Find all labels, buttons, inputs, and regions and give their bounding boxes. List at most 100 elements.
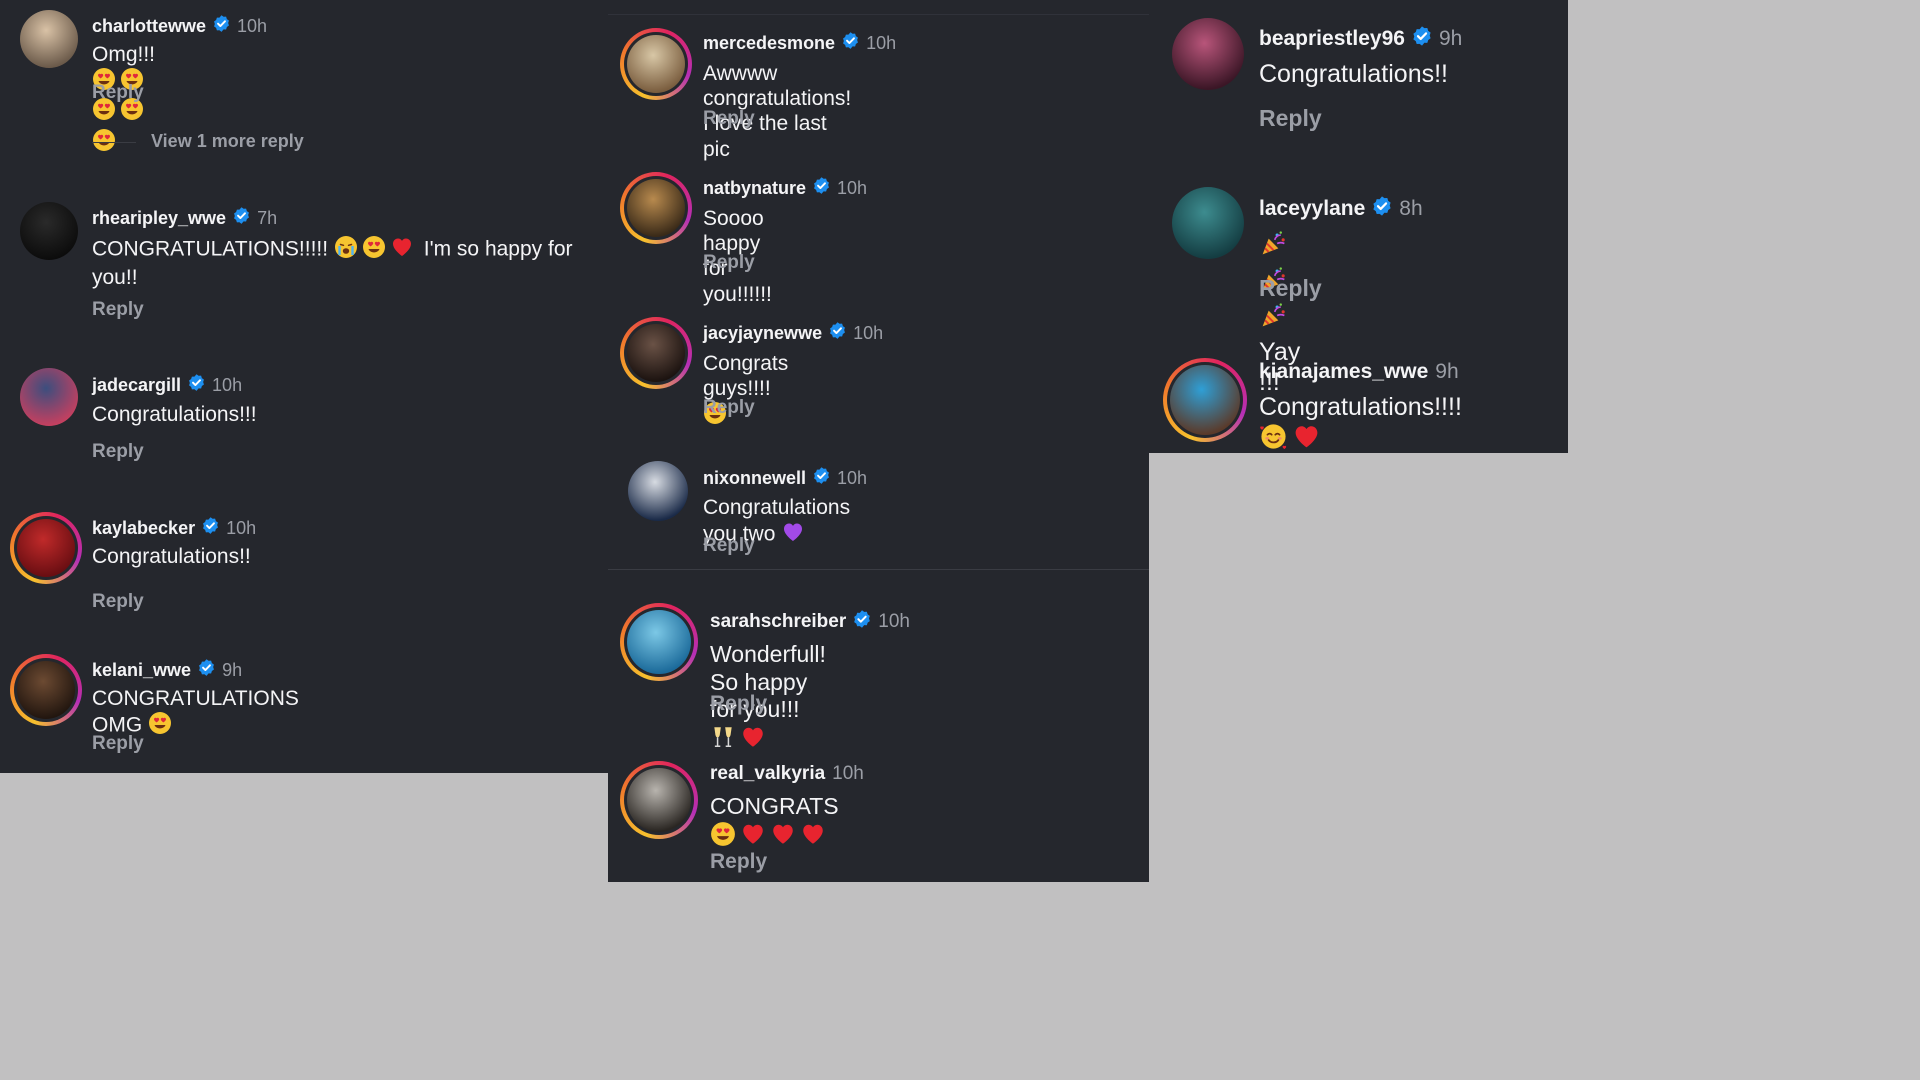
avatar-photo bbox=[1172, 187, 1244, 259]
party-popper-icon bbox=[1259, 301, 1288, 337]
verified-badge-icon bbox=[828, 321, 847, 345]
red-heart-icon bbox=[800, 821, 826, 854]
timestamp: 10h bbox=[853, 322, 884, 343]
avatar[interactable] bbox=[620, 761, 698, 839]
reply-button[interactable]: Reply bbox=[92, 733, 144, 755]
view-more-line bbox=[92, 142, 136, 143]
avatar[interactable] bbox=[10, 512, 82, 584]
verified-badge-icon bbox=[812, 176, 831, 200]
verified-badge-icon bbox=[232, 206, 251, 230]
verified-badge-icon bbox=[201, 516, 220, 540]
avatar-photo bbox=[627, 768, 691, 832]
comment-body: Congratulations!!! bbox=[92, 403, 257, 426]
comment-body: CONGRATULATIONS!!!!! bbox=[92, 237, 329, 261]
comment-text: CONGRATS bbox=[710, 793, 839, 853]
champagne-icon bbox=[710, 724, 736, 757]
reply-button[interactable]: Reply bbox=[1259, 275, 1322, 302]
avatar-photo bbox=[1170, 365, 1240, 435]
username[interactable]: kaylabecker bbox=[92, 518, 195, 539]
avatar-photo bbox=[627, 324, 685, 382]
reply-button[interactable]: Reply bbox=[92, 591, 144, 613]
reply-button[interactable]: Reply bbox=[710, 850, 767, 874]
avatar-photo bbox=[627, 610, 691, 674]
timestamp: 9h bbox=[1435, 360, 1459, 383]
avatar[interactable] bbox=[20, 10, 78, 68]
verified-badge-icon bbox=[212, 14, 231, 38]
verified-badge-icon bbox=[1371, 195, 1393, 223]
avatar-photo bbox=[1172, 18, 1244, 90]
username[interactable]: natbynature bbox=[703, 178, 806, 199]
comment-body: CONGRATS bbox=[710, 793, 839, 819]
crying-icon bbox=[334, 235, 358, 265]
comment-text: Congrats guys!!!! bbox=[703, 351, 788, 432]
username[interactable]: jadecargill bbox=[92, 375, 181, 396]
party-popper-icon bbox=[1259, 229, 1288, 265]
verified-badge-icon bbox=[852, 609, 872, 635]
username[interactable]: nixonnewell bbox=[703, 468, 806, 489]
timestamp: 10h bbox=[226, 517, 257, 538]
avatar[interactable] bbox=[620, 172, 692, 244]
avatar-photo bbox=[627, 179, 685, 237]
username[interactable]: kelani_wwe bbox=[92, 660, 191, 681]
avatar[interactable] bbox=[20, 368, 78, 426]
avatar[interactable] bbox=[620, 317, 692, 389]
avatar-photo bbox=[20, 202, 78, 260]
reply-button[interactable]: Reply bbox=[92, 82, 144, 104]
comment-text: Congratulations!! bbox=[92, 544, 251, 569]
comment-text: CONGRATULATIONS!!!!! I'm so happy for you… bbox=[92, 235, 604, 290]
reply-button[interactable]: Reply bbox=[1259, 105, 1322, 132]
avatar[interactable] bbox=[10, 654, 82, 726]
comment-body: Congrats guys!!!! bbox=[703, 352, 789, 401]
verified-badge-icon bbox=[1411, 25, 1433, 53]
reply-button[interactable]: Reply bbox=[92, 299, 144, 321]
divider bbox=[608, 569, 1149, 570]
avatar[interactable] bbox=[628, 461, 688, 521]
avatar[interactable] bbox=[20, 202, 78, 260]
red-heart-icon bbox=[770, 821, 796, 854]
reply-button[interactable]: Reply bbox=[92, 441, 144, 463]
avatar-photo bbox=[17, 661, 75, 719]
timestamp: 10h bbox=[832, 763, 864, 784]
timestamp: 9h bbox=[222, 659, 243, 680]
comment-body-continued: I'm so happy for bbox=[423, 237, 573, 261]
username[interactable]: jacyjaynewwe bbox=[703, 323, 822, 344]
comment-body-line2: you!! bbox=[92, 266, 138, 290]
heart-eyes-icon bbox=[710, 821, 736, 854]
reply-button[interactable]: Reply bbox=[703, 252, 755, 274]
comment-body: CONGRATULATIONS OMG bbox=[92, 687, 299, 737]
username[interactable]: real_valkyria bbox=[710, 763, 825, 785]
avatar-photo bbox=[17, 519, 75, 577]
avatar[interactable] bbox=[1172, 18, 1244, 90]
username[interactable]: laceyylane bbox=[1259, 197, 1365, 221]
avatar[interactable] bbox=[620, 603, 698, 681]
comment-text: Congratulations!!!! bbox=[1259, 392, 1462, 458]
username[interactable]: sarahschreiber bbox=[710, 611, 846, 633]
divider bbox=[608, 14, 1149, 15]
timestamp: 10h bbox=[866, 32, 897, 53]
username[interactable]: charlottewwe bbox=[92, 16, 206, 37]
timestamp: 10h bbox=[837, 177, 868, 198]
avatar[interactable] bbox=[1163, 358, 1247, 442]
reply-button[interactable]: Reply bbox=[703, 108, 755, 130]
heart-eyes-icon bbox=[362, 235, 386, 265]
avatar-photo bbox=[20, 10, 78, 68]
username[interactable]: rhearipley_wwe bbox=[92, 208, 226, 229]
avatar-photo bbox=[20, 368, 78, 426]
timestamp: 10h bbox=[212, 374, 243, 395]
username[interactable]: mercedesmone bbox=[703, 33, 835, 54]
purple-heart-icon bbox=[781, 520, 805, 550]
avatar[interactable] bbox=[620, 28, 692, 100]
comment-body: Congratulations!!!! bbox=[1259, 393, 1462, 421]
reply-button[interactable]: Reply bbox=[703, 397, 755, 419]
timestamp: 9h bbox=[1438, 27, 1463, 50]
verified-badge-icon bbox=[187, 373, 206, 397]
reply-button[interactable]: Reply bbox=[710, 692, 767, 716]
timestamp: 10h bbox=[237, 15, 268, 36]
avatar-photo bbox=[627, 35, 685, 93]
username[interactable]: beapriestley96 bbox=[1259, 27, 1405, 51]
view-more-replies-button[interactable]: View 1 more reply bbox=[151, 131, 304, 152]
reply-button[interactable]: Reply bbox=[703, 535, 755, 557]
username[interactable]: kianajames_wwe bbox=[1259, 360, 1428, 384]
avatar[interactable] bbox=[1172, 187, 1244, 259]
timestamp: 10h bbox=[837, 467, 868, 488]
